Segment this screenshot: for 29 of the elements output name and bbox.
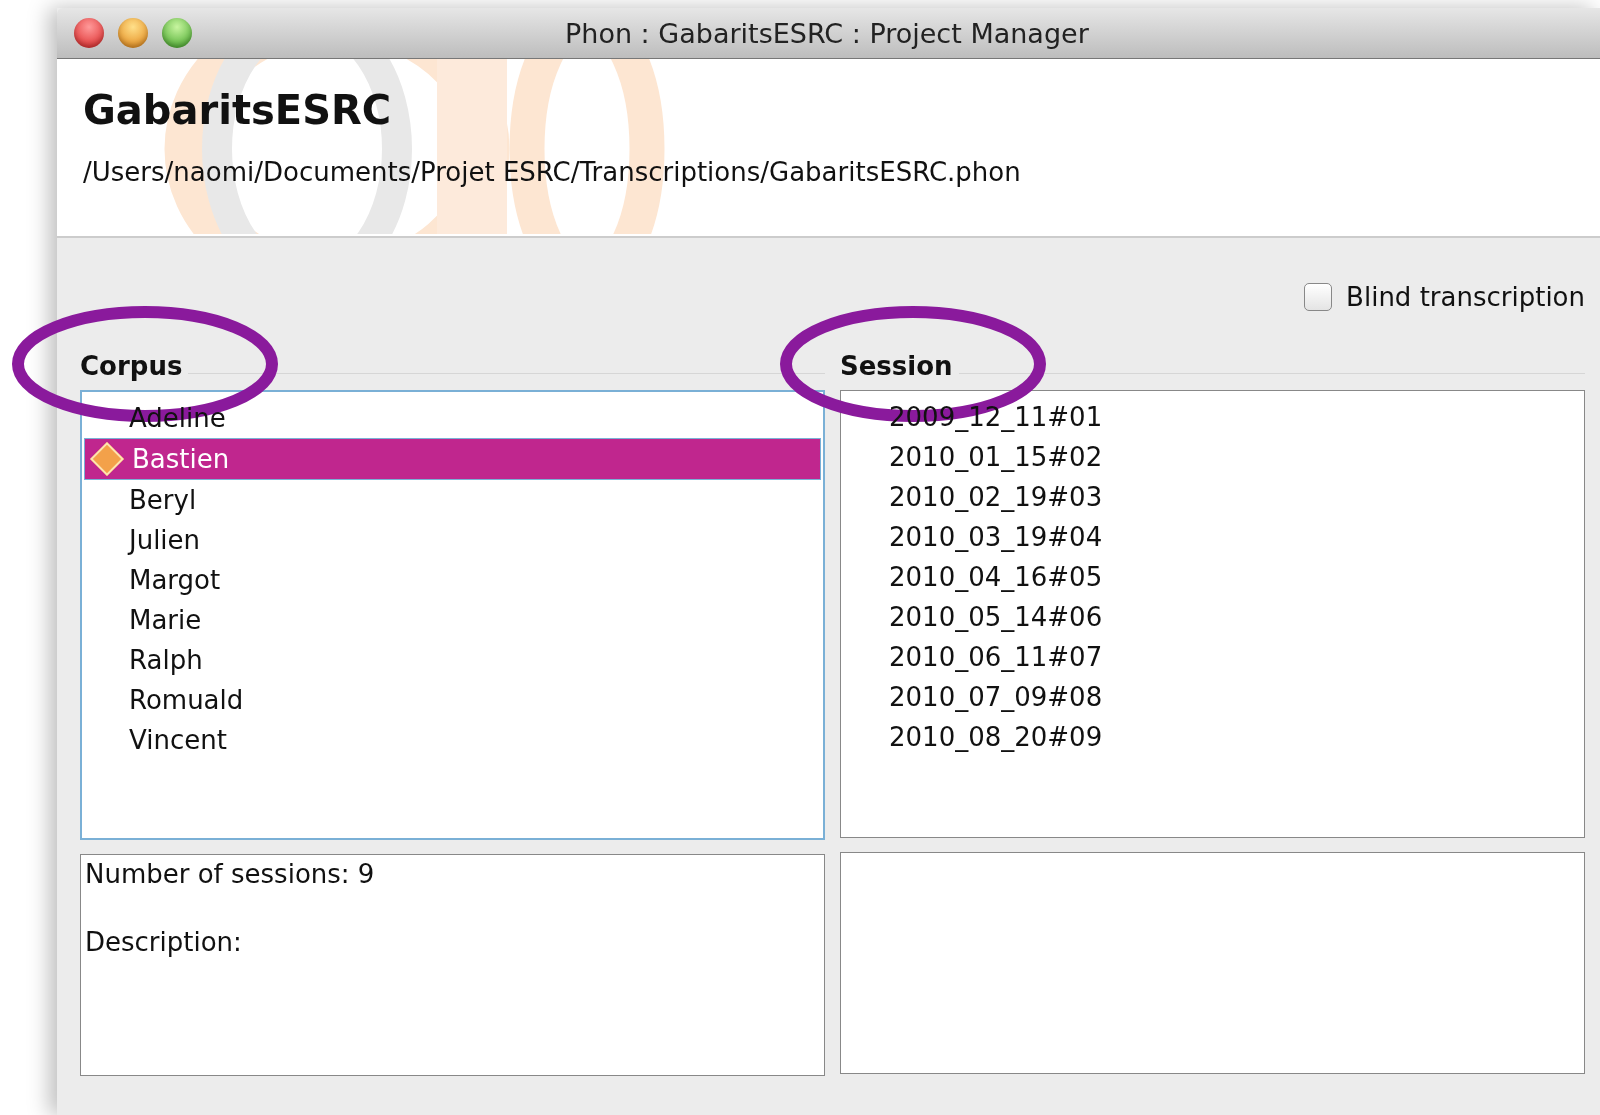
zoom-button[interactable] <box>162 18 192 48</box>
list-item[interactable]: 2010_03_19#04 <box>841 517 1584 557</box>
window-title: Phon : GabaritsESRC : Project Manager <box>565 17 1089 49</box>
minimize-button[interactable] <box>118 18 148 48</box>
list-item[interactable]: Julien <box>82 520 823 560</box>
list-item[interactable]: 2010_05_14#06 <box>841 597 1584 637</box>
list-item[interactable]: 2010_01_15#02 <box>841 437 1584 477</box>
list-item[interactable]: Bastien <box>84 438 821 480</box>
close-button[interactable] <box>74 18 104 48</box>
blind-transcription-checkbox[interactable]: Blind transcription <box>1304 282 1585 312</box>
section-heading: Corpus <box>80 351 184 381</box>
list-item[interactable]: 2010_02_19#03 <box>841 477 1584 517</box>
list-item[interactable]: 2010_07_09#08 <box>841 677 1584 717</box>
list-item[interactable]: Marie <box>82 600 823 640</box>
info-text: Description: <box>85 927 243 957</box>
list-item[interactable]: Beryl <box>82 480 823 520</box>
list-item[interactable]: Margot <box>82 560 823 600</box>
list-item[interactable]: Vincent <box>82 720 823 760</box>
list-item[interactable]: 2010_08_20#09 <box>841 717 1584 757</box>
checkbox[interactable] <box>1304 283 1333 311</box>
project-path: /Users/naomi/Documents/Projet ESRC/Transcriptions/GabaritsESRC.phon <box>83 157 1022 187</box>
info-text: Number of sessions: 9 <box>85 859 376 889</box>
list-item[interactable]: Romuald <box>82 680 823 720</box>
list-item[interactable]: Ralph <box>82 640 823 680</box>
project-name: GabaritsESRC <box>83 87 393 133</box>
list-item[interactable]: 2010_04_16#05 <box>841 557 1584 597</box>
list-item[interactable]: 2009_12_11#01 <box>841 397 1584 437</box>
section-heading: Session <box>840 351 954 381</box>
list-item[interactable]: 2010_06_11#07 <box>841 637 1584 677</box>
